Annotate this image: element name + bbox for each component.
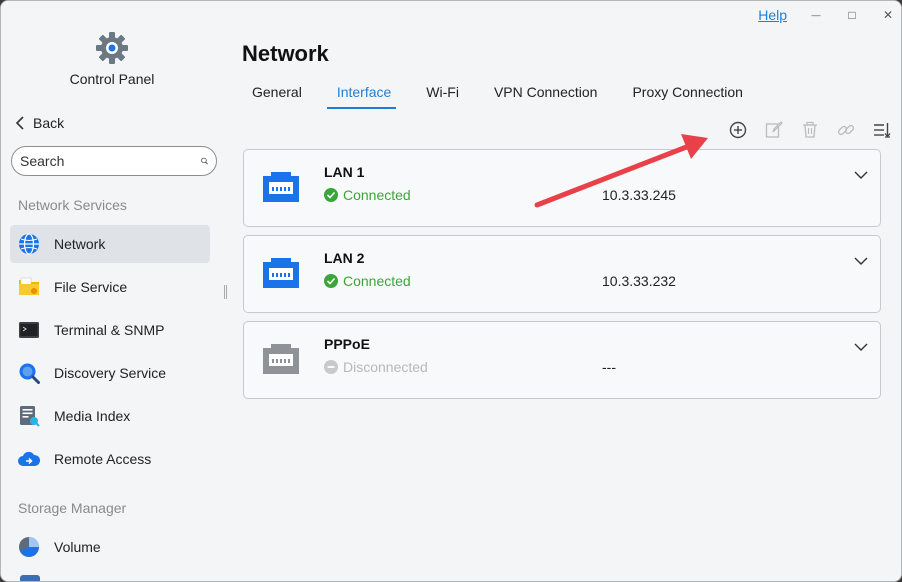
tab-wifi[interactable]: Wi-Fi	[416, 84, 464, 109]
ip-address: 10.3.33.245	[602, 187, 676, 203]
gear-icon	[96, 32, 128, 64]
ip-address: ---	[602, 359, 616, 375]
section-storage-manager: Storage Manager	[18, 500, 127, 516]
minus-circle-icon	[324, 360, 338, 374]
app-title: Control Panel	[69, 71, 155, 87]
delete-icon[interactable]	[801, 121, 819, 139]
back-button[interactable]: Back	[15, 115, 64, 131]
control-panel-window: Control Panel Back Network Services Netw…	[0, 0, 902, 582]
tab-bar: General Interface Wi-Fi VPN Connection P…	[242, 84, 748, 109]
title-bar: Help — □ ✕	[758, 5, 895, 25]
sidebar-item-network[interactable]: Network	[10, 225, 210, 263]
ethernet-port-icon	[263, 172, 299, 202]
media-index-icon	[18, 405, 40, 427]
sidebar-item-label: Media Index	[54, 408, 131, 424]
status-text: Disconnected	[343, 359, 428, 375]
edit-icon[interactable]	[765, 121, 783, 139]
chevron-down-icon[interactable]	[854, 170, 868, 180]
tab-interface[interactable]: Interface	[326, 84, 397, 109]
interface-card-lan1[interactable]: LAN 1 Connected 10.3.33.245	[243, 149, 881, 227]
sidebar-item-volume[interactable]: Volume	[10, 528, 210, 566]
tab-general[interactable]: General	[242, 84, 307, 109]
ethernet-port-icon	[263, 258, 299, 288]
status-badge: Connected	[324, 187, 411, 203]
sidebar-item-label: Discovery Service	[54, 365, 167, 381]
interface-toolbar	[729, 121, 891, 139]
back-label: Back	[33, 115, 65, 131]
sidebar-item-file-service[interactable]: File Service	[10, 268, 210, 306]
sidebar-item-terminal-snmp[interactable]: Terminal & SNMP	[10, 311, 210, 349]
folder-icon	[18, 276, 40, 298]
sort-icon[interactable]	[873, 121, 891, 139]
terminal-icon	[18, 319, 40, 341]
minimize-button[interactable]: —	[809, 10, 823, 20]
ip-address: 10.3.33.232	[602, 273, 676, 289]
check-circle-icon	[324, 188, 338, 202]
page-title: Network	[242, 41, 329, 66]
chevron-left-icon	[15, 116, 24, 130]
cloud-icon	[18, 448, 40, 470]
search-box	[11, 146, 217, 176]
sidebar-item-label: Remote Access	[54, 451, 152, 467]
sidebar-item-label: Network	[54, 236, 106, 252]
main-panel: Help — □ ✕ Network General Interface Wi-…	[227, 1, 901, 581]
close-button[interactable]: ✕	[881, 8, 895, 22]
sidebar-item-label: Terminal & SNMP	[54, 322, 165, 338]
sidebar-item-discovery-service[interactable]: Discovery Service	[10, 354, 210, 392]
add-icon[interactable]	[729, 121, 747, 139]
interface-name: LAN 2	[324, 250, 365, 266]
search-input[interactable]	[20, 153, 201, 169]
status-text: Connected	[343, 187, 411, 203]
link-icon[interactable]	[837, 121, 855, 139]
volume-icon	[18, 536, 40, 558]
search-icon[interactable]	[201, 152, 208, 170]
interface-name: LAN 1	[324, 164, 365, 180]
section-network-services: Network Services	[18, 197, 127, 213]
status-badge: Disconnected	[324, 359, 428, 375]
magnifier-icon	[18, 362, 40, 384]
sidebar: Control Panel Back Network Services Netw…	[1, 1, 227, 581]
sidebar-item-partial	[20, 575, 40, 581]
ethernet-port-icon	[263, 344, 299, 374]
sidebar-item-label: File Service	[54, 279, 128, 295]
sidebar-item-remote-access[interactable]: Remote Access	[10, 440, 210, 478]
interface-card-lan2[interactable]: LAN 2 Connected 10.3.33.232	[243, 235, 881, 313]
tab-proxy-connection[interactable]: Proxy Connection	[622, 84, 748, 109]
interface-card-pppoe[interactable]: PPPoE Disconnected ---	[243, 321, 881, 399]
status-text: Connected	[343, 273, 411, 289]
chevron-down-icon[interactable]	[854, 342, 868, 352]
status-badge: Connected	[324, 273, 411, 289]
control-panel-header: Control Panel	[1, 31, 223, 87]
chevron-down-icon[interactable]	[854, 256, 868, 266]
check-circle-icon	[324, 274, 338, 288]
sidebar-item-label: Volume	[54, 539, 101, 555]
tab-vpn-connection[interactable]: VPN Connection	[484, 84, 603, 109]
interface-name: PPPoE	[324, 336, 370, 352]
globe-icon	[18, 233, 40, 255]
maximize-button[interactable]: □	[845, 8, 859, 22]
sidebar-item-media-index[interactable]: Media Index	[10, 397, 210, 435]
help-link[interactable]: Help	[758, 7, 787, 23]
